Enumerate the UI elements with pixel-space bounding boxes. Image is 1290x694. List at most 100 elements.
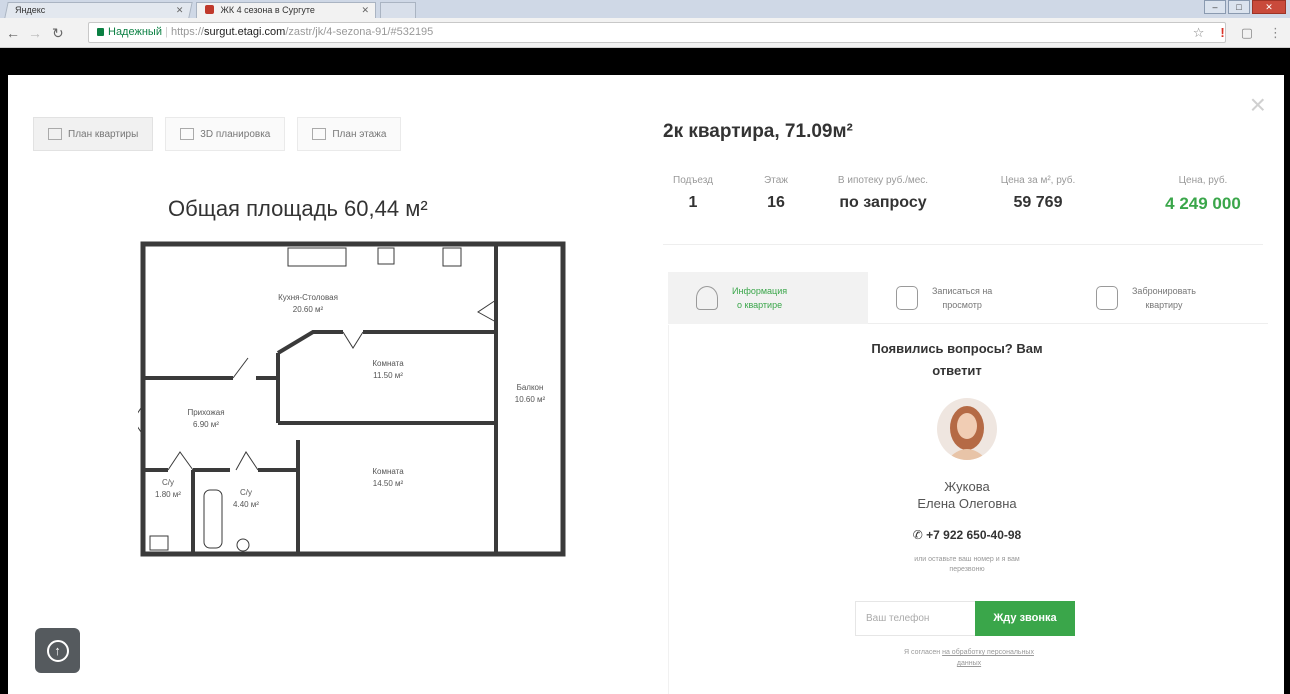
close-modal-icon[interactable]: × <box>1250 91 1266 119</box>
tab-label-line: просмотр <box>942 300 982 310</box>
consent-link[interactable]: на обработку персональных <box>942 649 1034 656</box>
room-area: 20.60 м² <box>293 305 324 314</box>
window-controls: – □ ✕ <box>1204 0 1286 14</box>
stat-entrance: Подъезд 1 <box>663 175 723 212</box>
forward-icon[interactable]: → <box>28 25 42 41</box>
tab-apartment-plan[interactable]: План квартиры <box>33 117 154 151</box>
stat-value: 16 <box>767 194 785 211</box>
room-label: Прихожая <box>187 408 224 417</box>
question-line: Появились вопросы? Вам <box>871 341 1043 356</box>
clipboard-icon <box>896 286 918 310</box>
tab-label: Записаться на просмотр <box>932 284 992 312</box>
apartment-title: 2к квартира, 71.09м² <box>663 121 853 142</box>
stat-label: Цена за м², руб. <box>1000 175 1076 186</box>
room-area: 11.50 м² <box>373 371 403 380</box>
tab-apartment-info[interactable]: Информация о квартире <box>668 272 868 324</box>
tab-label-line: Записаться на <box>932 286 993 296</box>
room-area: 4.40 м² <box>233 500 259 509</box>
browser-tab-yandex[interactable]: Яндекс ✕ <box>4 2 193 18</box>
manager-avatar <box>937 398 997 460</box>
lock-icon <box>97 28 104 36</box>
room-area: 10.60 м² <box>515 395 546 404</box>
room-label: Комната <box>372 359 404 368</box>
url-host: surgut.etagi.com <box>203 26 286 38</box>
plan-view-tabs: План квартиры 3D планировка План этажа <box>33 117 402 151</box>
minimize-icon[interactable]: – <box>1204 0 1226 14</box>
manager-surname: Жукова <box>944 479 990 494</box>
tab-label: План этажа <box>332 128 387 140</box>
tab-label: 3D планировка <box>200 128 271 140</box>
question-line: ответит <box>932 363 982 378</box>
request-call-button[interactable]: Жду звонка <box>975 601 1075 636</box>
secure-label: Надежный <box>108 26 162 38</box>
phone-input[interactable]: Ваш телефон <box>855 601 975 636</box>
tab-3d-plan[interactable]: 3D планировка <box>165 117 286 151</box>
stat-label: Этаж <box>764 175 788 186</box>
consent-prefix: Я согласен <box>904 649 941 656</box>
manager-given-name: Елена Олеговна <box>917 496 1017 511</box>
callback-form: Ваш телефон Жду звонка <box>855 601 1075 636</box>
extension-icon[interactable]: ! <box>1220 25 1224 41</box>
room-area: 6.90 м² <box>193 420 219 429</box>
close-window-icon[interactable]: ✕ <box>1252 0 1286 14</box>
room-label: Кухня-Столовая <box>278 293 338 302</box>
tab-label: Информация о квартире <box>732 284 787 312</box>
tab-label: ЖК 4 сезона в Сургуте <box>220 5 315 15</box>
extension-box-icon[interactable]: ▢ <box>1241 25 1253 41</box>
person-icon <box>696 286 718 310</box>
tab-label-line: Информация <box>732 286 788 296</box>
maximize-icon[interactable]: □ <box>1228 0 1250 14</box>
address-bar[interactable]: Надежный | https://surgut.etagi.com/zast… <box>88 22 1226 43</box>
floor-icon <box>312 128 327 140</box>
consent-link[interactable]: данных <box>957 660 981 667</box>
close-tab-icon[interactable]: ✕ <box>176 5 184 16</box>
phone-number: +7 922 650-40-98 <box>926 528 1022 542</box>
room-label: С/у <box>162 478 174 487</box>
manager-name: Жукова Елена Олеговна <box>857 478 1077 512</box>
new-tab-button[interactable] <box>380 2 416 18</box>
browser-tabbar: Яндекс ✕ ЖК 4 сезона в Сургуте ✕ – □ ✕ <box>0 0 1290 18</box>
scroll-top-button[interactable]: ↑ <box>35 628 80 673</box>
room-area: 1.80 м² <box>155 490 181 499</box>
close-tab-icon[interactable]: ✕ <box>361 5 369 16</box>
room-label: Балкон <box>517 383 544 392</box>
consent-text: Я согласен на обработку персональных дан… <box>869 647 1069 669</box>
arrow-up-icon: ↑ <box>46 639 69 662</box>
room-label: Комната <box>372 467 404 476</box>
stat-mortgage: В ипотеку руб./мес. по запросу <box>818 175 948 212</box>
floor-plan-drawing: Кухня-Столовая 20.60 м² Комната 11.50 м²… <box>132 241 566 557</box>
lock-icon <box>1096 286 1118 310</box>
room-label: С/у <box>240 488 252 497</box>
apartment-modal: × План квартиры 3D планировка План этажа… <box>8 75 1284 694</box>
apartment-stats: Подъезд 1 Этаж 16 В ипотеку руб./мес. по… <box>663 175 1263 245</box>
reload-icon[interactable]: ↻ <box>52 25 64 42</box>
action-tabs: Информация о квартире Записаться на прос… <box>668 272 1268 324</box>
tab-schedule-viewing[interactable]: Записаться на просмотр <box>868 272 1068 324</box>
tab-book-apartment[interactable]: Забронировать квартиру <box>1068 272 1268 324</box>
stat-label: Цена, руб. <box>1178 175 1228 186</box>
cube-3d-icon <box>180 128 195 140</box>
url-protocol: https:// <box>170 26 204 38</box>
tab-label-line: Забронировать <box>1132 286 1196 296</box>
plan-title: Общая площадь 60,44 м² <box>168 196 428 221</box>
tab-floor-plan[interactable]: План этажа <box>297 117 402 151</box>
manager-photo <box>947 406 987 460</box>
manager-phone[interactable]: ✆ +7 922 650-40-98 <box>857 528 1077 542</box>
browser-toolbar: ← → ↻ Надежный | https://surgut.etagi.co… <box>0 18 1290 48</box>
question-title: Появились вопросы? Вам ответит <box>857 338 1057 382</box>
stat-value: по запросу <box>839 194 927 211</box>
stat-price: Цена, руб. 4 249 000 <box>1143 175 1263 214</box>
tab-label: План квартиры <box>68 128 139 140</box>
stat-label: Подъезд <box>673 175 713 186</box>
browser-tab-active[interactable]: ЖК 4 сезона в Сургуте ✕ <box>196 2 376 18</box>
back-icon[interactable]: ← <box>6 25 20 41</box>
stat-label: В ипотеку руб./мес. <box>837 175 929 186</box>
hint-line: перезвоню <box>949 566 985 573</box>
floorplan-icon <box>48 128 62 140</box>
bookmark-star-icon[interactable]: ☆ <box>1193 25 1205 41</box>
menu-icon[interactable]: ⋮ <box>1269 25 1282 41</box>
stat-value: 59 769 <box>1013 194 1063 211</box>
floor-plan: Кухня-Столовая 20.60 м² Комната 11.50 м²… <box>132 240 568 565</box>
callback-hint: или оставьте ваш номер и я вам перезвоню <box>877 555 1057 575</box>
price-value: 4 249 000 <box>1165 194 1241 213</box>
